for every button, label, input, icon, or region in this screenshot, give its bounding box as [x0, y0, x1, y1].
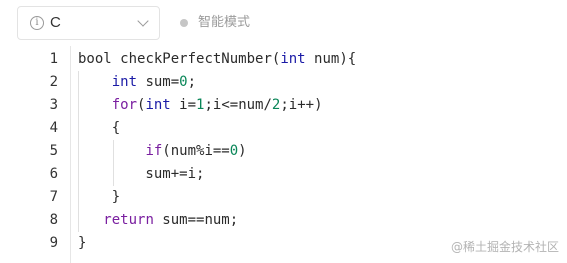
- code-token: bool: [78, 51, 121, 67]
- code-token: ;i++): [280, 97, 323, 113]
- line-number: 3: [49, 97, 58, 113]
- info-circle-icon: i: [30, 16, 44, 30]
- code-line[interactable]: 8 return sum==num;: [0, 209, 567, 232]
- chevron-down-icon: [137, 15, 149, 27]
- code-token: 0: [179, 74, 188, 90]
- code-token: }: [78, 189, 121, 205]
- editor-toolbar: i C 智能模式: [0, 0, 567, 46]
- code-text: int sum=0;: [78, 71, 196, 94]
- smart-mode-label[interactable]: 智能模式: [198, 14, 250, 32]
- code-line[interactable]: 2 int sum=0;: [0, 71, 567, 94]
- code-line[interactable]: 1 bool checkPerfectNumber(int num){: [0, 48, 567, 71]
- code-token: int: [145, 97, 171, 113]
- line-number: 1: [49, 51, 58, 67]
- code-token: ;: [187, 74, 197, 90]
- code-token: sum=: [137, 74, 180, 90]
- code-text: }: [78, 232, 86, 255]
- code-line[interactable]: 4 {: [0, 117, 567, 140]
- line-number: 4: [49, 120, 58, 136]
- line-number: 7: [49, 189, 58, 205]
- code-token: ): [238, 143, 247, 159]
- code-token: int: [111, 74, 138, 90]
- code-line[interactable]: 6 sum+=i;: [0, 163, 567, 186]
- code-token: ;i<=num/: [204, 97, 272, 113]
- code-token: int: [280, 51, 306, 67]
- code-token: checkPerfectNumber: [120, 51, 272, 67]
- code-token: return: [103, 212, 154, 228]
- indent-guide: [113, 140, 114, 186]
- line-number: 6: [49, 166, 58, 182]
- code-token: 0: [229, 143, 239, 159]
- code-text: {: [78, 117, 120, 140]
- mode-status-dot: [180, 19, 188, 27]
- code-token: i=: [170, 97, 197, 113]
- code-text: bool checkPerfectNumber(int num){: [78, 48, 356, 71]
- language-select-value: C: [50, 14, 61, 31]
- line-number: 5: [49, 143, 58, 159]
- code-token: {: [78, 120, 121, 136]
- line-number: 2: [49, 74, 58, 90]
- code-token: num){: [305, 51, 357, 67]
- indent-guide: [78, 71, 79, 232]
- language-select[interactable]: i C: [17, 6, 160, 40]
- code-line[interactable]: 7 }: [0, 186, 567, 209]
- watermark: @稀土掘金技术社区: [450, 240, 559, 254]
- code-text: sum+=i;: [78, 163, 204, 186]
- code-text: }: [78, 186, 120, 209]
- code-token: if: [145, 143, 163, 159]
- code-token: for: [111, 97, 138, 113]
- code-token: (num%i==: [162, 143, 230, 159]
- line-number: 8: [49, 212, 58, 228]
- code-token: sum+=i;: [78, 166, 205, 182]
- code-line[interactable]: 5 if(num%i==0): [0, 140, 567, 163]
- code-token: }: [78, 235, 87, 251]
- code-text: if(num%i==0): [78, 140, 247, 163]
- code-text: return sum==num;: [78, 209, 238, 232]
- code-line[interactable]: 3 for(int i=1;i<=num/2;i++): [0, 94, 567, 117]
- line-number: 9: [49, 235, 58, 251]
- code-text: for(int i=1;i<=num/2;i++): [78, 94, 323, 117]
- code-token: sum==num;: [153, 212, 239, 228]
- code-editor[interactable]: 1 bool checkPerfectNumber(int num){2 int …: [0, 46, 567, 263]
